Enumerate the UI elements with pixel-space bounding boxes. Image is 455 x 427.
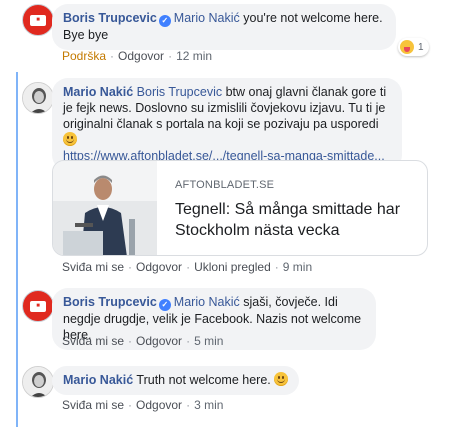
comment-mention[interactable]: Boris Trupcevic bbox=[137, 85, 222, 99]
like-button[interactable]: Sviđa mi se bbox=[62, 260, 124, 274]
avatar-logo-icon: ■ bbox=[30, 300, 46, 312]
comment-actions: Podrška · Odgovor · 12 min bbox=[62, 49, 213, 63]
smile-emoji-icon bbox=[274, 372, 289, 386]
comment-timestamp[interactable]: 12 min bbox=[176, 49, 212, 63]
like-button[interactable]: Sviđa mi se bbox=[62, 334, 124, 348]
avatar-boris-trupcevic[interactable]: ■ bbox=[22, 290, 54, 322]
comment-bubble: Mario Nakić Boris Trupcevic btw onaj gla… bbox=[52, 78, 402, 171]
comment-actions: Sviđa mi se · Odgovor · 5 min bbox=[62, 334, 224, 348]
comment-author[interactable]: Boris Trupcevic bbox=[63, 11, 157, 25]
comment-bubble: Mario Nakić Truth not welcome here. bbox=[52, 366, 300, 395]
link-preview-card[interactable]: AFTONBLADET.SE Tegnell: Så många smittad… bbox=[52, 160, 428, 256]
avatar-portrait-icon bbox=[23, 83, 53, 113]
comment-timestamp[interactable]: 5 min bbox=[194, 334, 223, 348]
reaction-summary[interactable]: 1 bbox=[398, 38, 429, 56]
link-preview-thumbnail bbox=[53, 161, 157, 255]
reaction-count: 1 bbox=[418, 41, 424, 53]
comment-actions: Sviđa mi se · Odgovor · 3 min bbox=[62, 398, 224, 412]
avatar-portrait-icon bbox=[23, 367, 53, 397]
comment-author[interactable]: Mario Nakić bbox=[63, 85, 133, 99]
avatar-mario-nakic[interactable] bbox=[22, 366, 54, 398]
reply-button[interactable]: Odgovor bbox=[136, 398, 182, 412]
link-preview-domain: AFTONBLADET.SE bbox=[175, 179, 275, 191]
avatar-boris-trupcevic[interactable]: ■ bbox=[22, 4, 54, 36]
comment-text: Truth not welcome here. bbox=[136, 373, 271, 387]
comment-actions: Sviđa mi se · Odgovor · Ukloni pregled · 9 min bbox=[62, 260, 313, 274]
comment-timestamp[interactable]: 3 min bbox=[194, 398, 223, 412]
link-preview-title: Tegnell: Så många smittade har Stockholm… bbox=[175, 201, 401, 239]
comment-author[interactable]: Boris Trupcevic bbox=[63, 295, 157, 309]
avatar-mario-nakic[interactable] bbox=[22, 82, 54, 114]
smile-emoji-icon bbox=[63, 132, 77, 146]
support-button[interactable]: Podrška bbox=[62, 49, 106, 63]
verified-badge-icon: ✓ bbox=[158, 299, 171, 311]
comment-mention[interactable]: Mario Nakić bbox=[174, 11, 240, 25]
remove-preview-button[interactable]: Ukloni pregled bbox=[194, 260, 271, 274]
comment-timestamp[interactable]: 9 min bbox=[283, 260, 312, 274]
reply-button[interactable]: Odgovor bbox=[136, 260, 182, 274]
thread-line bbox=[16, 72, 18, 427]
comment-mention[interactable]: Mario Nakić bbox=[174, 295, 240, 309]
like-button[interactable]: Sviđa mi se bbox=[62, 398, 124, 412]
verified-badge-icon: ✓ bbox=[158, 15, 171, 27]
avatar-logo-icon: ■ bbox=[30, 14, 46, 26]
comment-bubble: Boris Trupcevic ✓ Mario Nakić you're not w… bbox=[52, 4, 396, 50]
reply-button[interactable]: Odgovor bbox=[136, 334, 182, 348]
haha-reaction-icon bbox=[400, 40, 414, 54]
reply-button[interactable]: Odgovor bbox=[118, 49, 164, 63]
comment-author[interactable]: Mario Nakić bbox=[63, 373, 133, 387]
